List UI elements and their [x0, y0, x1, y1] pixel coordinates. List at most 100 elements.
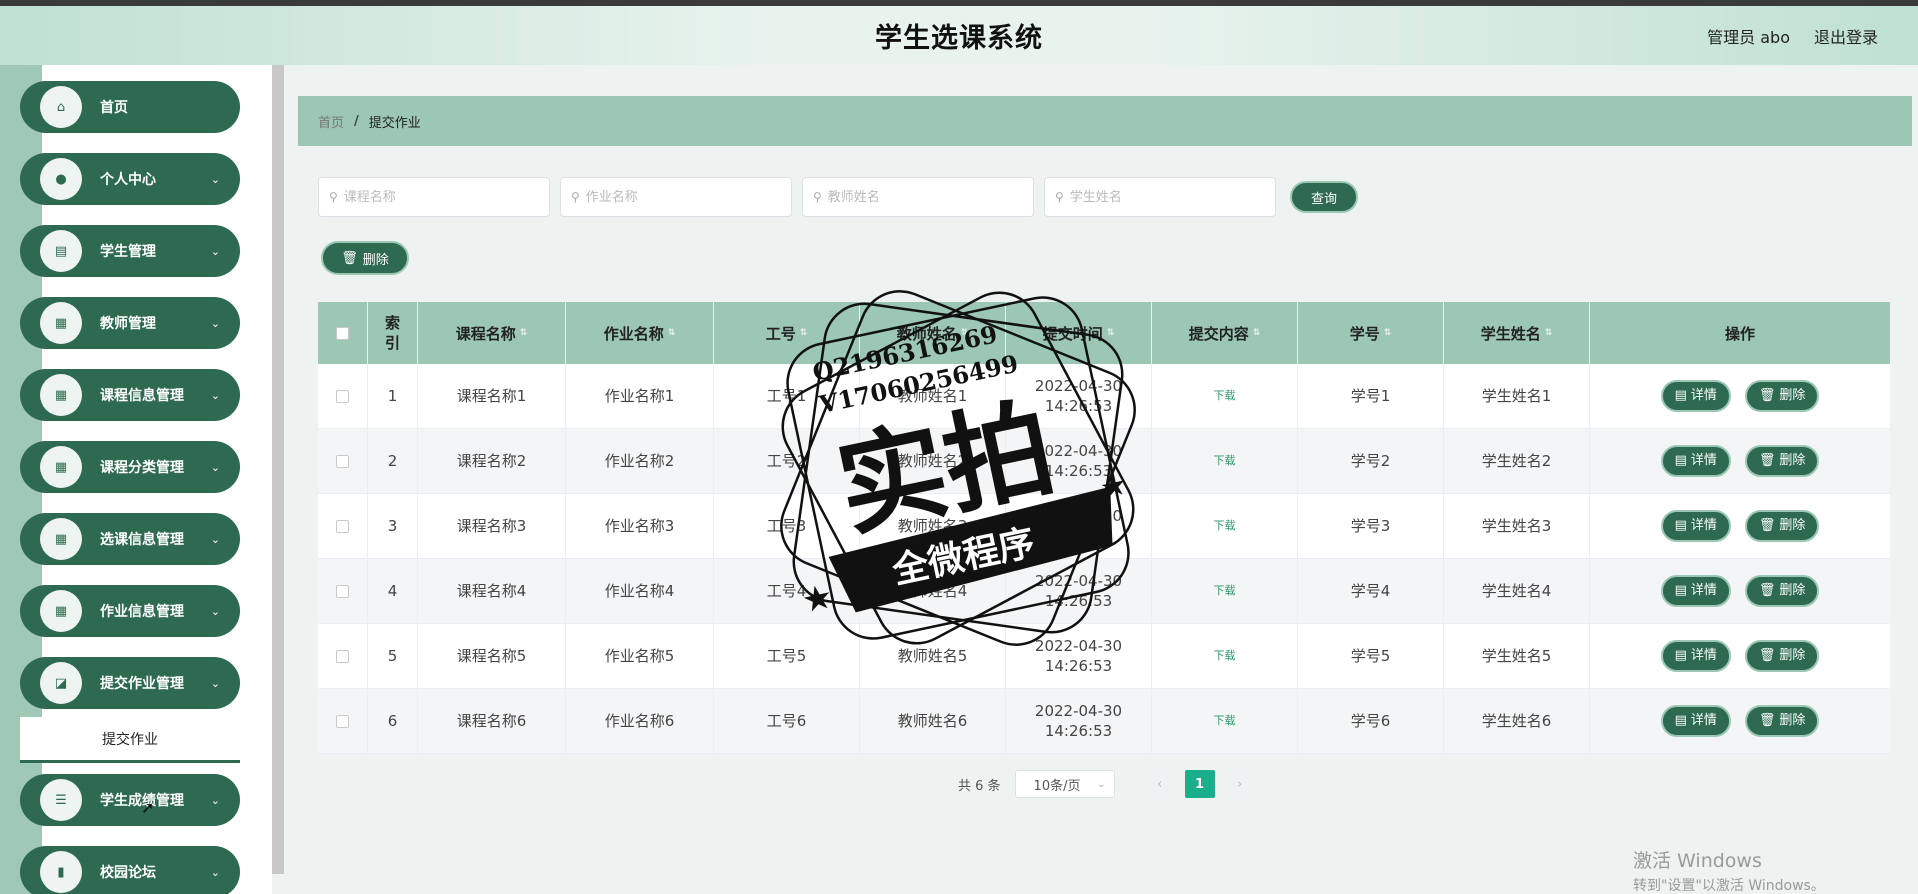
sidebar-item[interactable]: ▤ 学生管理 ⌄: [20, 225, 240, 277]
home-icon: ⌂: [40, 86, 82, 128]
delete-button[interactable]: 🗑 删除: [1744, 575, 1820, 607]
user-name[interactable]: 管理员 abo: [1707, 24, 1790, 48]
cell-student: 学生姓名2: [1444, 429, 1590, 493]
cell-content-download-link[interactable]: 下载: [1152, 624, 1298, 688]
breadcrumb-home[interactable]: 首页: [318, 112, 344, 131]
bulk-delete-button[interactable]: 🗑 删除: [321, 241, 409, 275]
teacher-search-field[interactable]: ⚲: [802, 177, 1034, 217]
sidebar-item[interactable]: ▦ 课程分类管理 ⌄: [20, 441, 240, 493]
trash-icon: 🗑: [1758, 583, 1776, 598]
sort-icon[interactable]: ⇅: [1107, 328, 1115, 338]
header-student-no[interactable]: 学号 ⇅: [1298, 302, 1444, 364]
header-teacher[interactable]: 教师姓名 ⇅: [860, 302, 1006, 364]
page-number-current[interactable]: 1: [1184, 770, 1215, 798]
sort-icon[interactable]: ⇅: [1545, 328, 1553, 338]
sort-icon[interactable]: ⇅: [668, 328, 676, 338]
query-button[interactable]: 查询: [1290, 181, 1358, 213]
delete-button[interactable]: 🗑 删除: [1744, 705, 1820, 737]
header-homework[interactable]: 作业名称 ⇅: [566, 302, 714, 364]
cell-actions: ▤ 详情 🗑 删除: [1590, 429, 1890, 493]
chevron-down-icon: ⌄: [210, 532, 220, 546]
sort-icon[interactable]: ⇅: [1384, 328, 1392, 338]
sidebar-item[interactable]: ▦ 选课信息管理 ⌄: [20, 513, 240, 565]
row-checkbox[interactable]: [336, 389, 349, 403]
header-job-no[interactable]: 工号 ⇅: [714, 302, 860, 364]
sort-icon[interactable]: ⇅: [520, 328, 528, 338]
row-checkbox[interactable]: [336, 649, 349, 663]
sidebar-item[interactable]: ▦ 教师管理 ⌄: [20, 297, 240, 349]
delete-label: 删除: [1779, 583, 1806, 598]
sidebar-item[interactable]: ⌂ 首页: [20, 81, 240, 133]
header-content[interactable]: 提交内容 ⇅: [1152, 302, 1298, 364]
user-icon: ●: [40, 158, 82, 200]
select-all-checkbox[interactable]: [336, 326, 349, 340]
cell-index: 4: [368, 559, 418, 623]
cell-job-no: 工号1: [714, 364, 860, 428]
detail-button[interactable]: ▤ 详情: [1660, 380, 1731, 412]
cell-content-download-link[interactable]: 下载: [1152, 364, 1298, 428]
document-icon: ▤: [1674, 648, 1687, 663]
detail-button[interactable]: ▤ 详情: [1660, 445, 1731, 477]
header-index-label: 索 引: [384, 314, 400, 352]
sidebar-item[interactable]: ▦ 课程信息管理 ⌄: [20, 369, 240, 421]
header-student[interactable]: 学生姓名 ⇅: [1444, 302, 1590, 364]
delete-button[interactable]: 🗑 删除: [1744, 640, 1820, 672]
chevron-down-icon: ⌄: [210, 676, 220, 690]
delete-button[interactable]: 🗑 删除: [1744, 510, 1820, 542]
logout-link[interactable]: 退出登录: [1814, 24, 1878, 48]
homework-search-input[interactable]: [585, 189, 776, 205]
clipboard-icon: ▤: [40, 230, 82, 272]
cell-actions: ▤ 详情 🗑 删除: [1590, 559, 1890, 623]
submenu-item-submit-homework[interactable]: 提交作业: [20, 717, 240, 763]
grid-icon: ▦: [40, 302, 82, 344]
sidebar-item[interactable]: ▮ 校园论坛 ⌄: [20, 846, 240, 894]
delete-button[interactable]: 🗑 删除: [1744, 380, 1820, 412]
cell-content-download-link[interactable]: 下载: [1152, 429, 1298, 493]
next-page-button[interactable]: ›: [1224, 770, 1255, 798]
course-search-input[interactable]: [343, 189, 534, 205]
homework-search-field[interactable]: ⚲: [560, 177, 792, 217]
detail-button[interactable]: ▤ 详情: [1660, 705, 1731, 737]
cell-student-no: 学号4: [1298, 559, 1444, 623]
prev-page-button[interactable]: ‹: [1144, 770, 1175, 798]
detail-button[interactable]: ▤ 详情: [1660, 575, 1731, 607]
cell-teacher: 教师姓名6: [860, 689, 1006, 753]
row-checkbox[interactable]: [336, 454, 349, 468]
header-select-all: [318, 302, 368, 364]
teacher-search-input[interactable]: [827, 189, 1018, 205]
document-icon: ▤: [1674, 518, 1687, 533]
grid-icon: ▦: [40, 590, 82, 632]
course-search-field[interactable]: ⚲: [318, 177, 550, 217]
detail-button[interactable]: ▤ 详情: [1660, 510, 1731, 542]
student-search-input[interactable]: [1069, 189, 1260, 205]
cell-content-download-link[interactable]: 下载: [1152, 559, 1298, 623]
bulk-delete-label: 删除: [362, 252, 389, 268]
header-time[interactable]: 提交时间 ⇅: [1006, 302, 1152, 364]
delete-button[interactable]: 🗑 删除: [1744, 445, 1820, 477]
sidebar-item[interactable]: ☰ 学生成绩管理 ⌄: [20, 774, 240, 826]
list-icon: ☰: [40, 779, 82, 821]
row-checkbox[interactable]: [336, 584, 349, 598]
sidebar-item-label: 首页: [100, 100, 128, 116]
sidebar-item[interactable]: ◪ 提交作业管理 ⌄: [20, 657, 240, 709]
cell-student: 学生姓名1: [1444, 364, 1590, 428]
sidebar-item[interactable]: ● 个人中心 ⌄: [20, 153, 240, 205]
document-icon: ▤: [1674, 713, 1687, 728]
sidebar: ⌂ 首页 ● 个人中心 ⌄ ▤ 学生管理 ⌄ ▦ 教师管理 ⌄ ▦ 课程信息管理 ⌄ ▦ 课程分类管理 ⌄ ▦ 选课…: [0, 65, 284, 894]
cell-content-download-link[interactable]: 下载: [1152, 494, 1298, 558]
detail-button[interactable]: ▤ 详情: [1660, 640, 1731, 672]
page-size-select[interactable]: 10条/页 ⌄: [1014, 770, 1115, 798]
student-search-field[interactable]: ⚲: [1044, 177, 1276, 217]
breadcrumb-current: 提交作业: [368, 115, 421, 131]
sort-icon[interactable]: ⇅: [800, 328, 808, 338]
sort-icon[interactable]: ⇅: [1253, 328, 1261, 338]
cell-content-download-link[interactable]: 下载: [1152, 689, 1298, 753]
row-checkbox[interactable]: [336, 519, 349, 533]
sidebar-scrollbar[interactable]: [272, 65, 284, 874]
header-course[interactable]: 课程名称 ⇅: [418, 302, 566, 364]
sort-icon[interactable]: ⇅: [961, 328, 969, 338]
cell-homework: 作业名称3: [566, 494, 714, 558]
row-checkbox[interactable]: [336, 714, 349, 728]
sidebar-item[interactable]: ▦ 作业信息管理 ⌄: [20, 585, 240, 637]
cell-teacher: 教师姓名2: [860, 429, 1006, 493]
